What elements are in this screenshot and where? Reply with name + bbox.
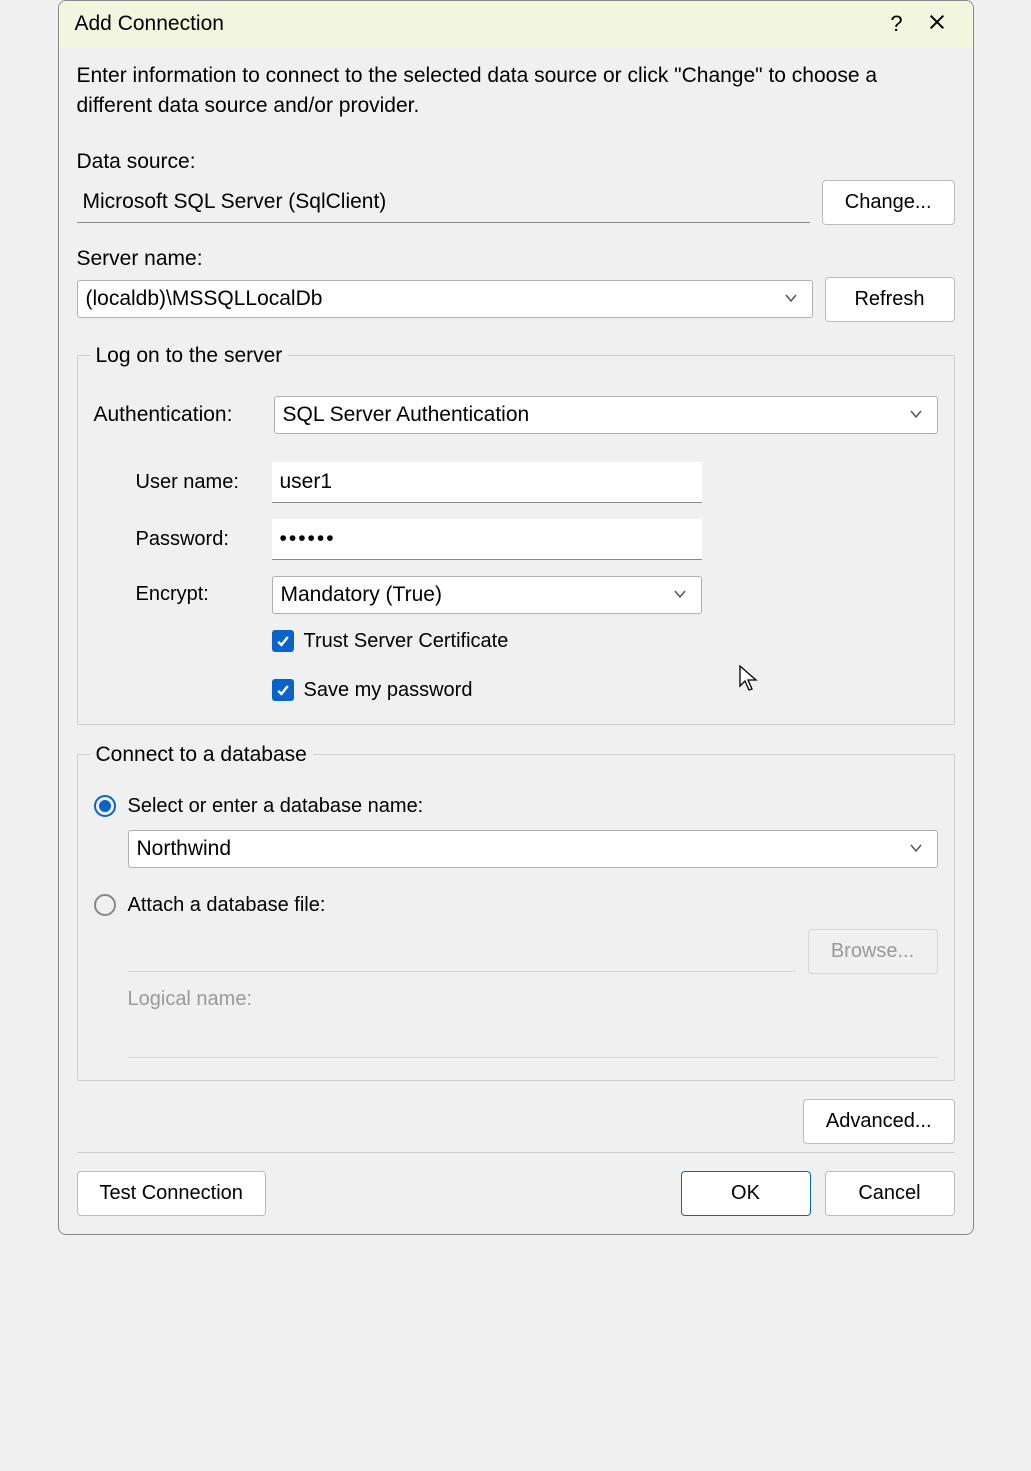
chevron-down-icon [903, 403, 929, 427]
logical-name-label: Logical name: [128, 988, 938, 1011]
server-name-combo[interactable]: (localdb)\MSSQLLocalDb [77, 280, 813, 318]
connect-db-legend: Connect to a database [90, 743, 313, 767]
help-icon[interactable]: ? [877, 11, 917, 37]
attach-db-radio-row[interactable]: Attach a database file: [94, 894, 938, 917]
advanced-button[interactable]: Advanced... [803, 1099, 955, 1144]
select-db-radio-row[interactable]: Select or enter a database name: [94, 795, 938, 818]
connect-db-group: Connect to a database Select or enter a … [77, 743, 955, 1081]
database-name-value: Northwind [137, 837, 903, 861]
user-name-field[interactable] [272, 462, 702, 503]
refresh-button[interactable]: Refresh [825, 277, 955, 322]
logon-group: Log on to the server Authentication: SQL… [77, 344, 955, 725]
authentication-label: Authentication: [94, 403, 254, 427]
attach-db-file-field [128, 931, 796, 972]
logon-legend: Log on to the server [90, 344, 289, 368]
chevron-down-icon [667, 583, 693, 607]
password-label: Password: [136, 528, 256, 551]
chevron-down-icon [778, 287, 804, 311]
add-connection-dialog: Add Connection ? Enter information to co… [58, 0, 974, 1235]
save-password-label: Save my password [304, 679, 473, 702]
dialog-content: Enter information to connect to the sele… [59, 47, 973, 1234]
server-name-label: Server name: [77, 247, 955, 271]
description-text: Enter information to connect to the sele… [77, 61, 955, 122]
trust-cert-checkbox[interactable] [272, 630, 294, 652]
change-button[interactable]: Change... [822, 180, 955, 225]
logical-name-field [128, 1017, 938, 1058]
server-name-value: (localdb)\MSSQLLocalDb [86, 287, 778, 311]
authentication-value: SQL Server Authentication [283, 403, 903, 427]
chevron-down-icon [903, 837, 929, 861]
dialog-actions: Test Connection OK Cancel [77, 1153, 955, 1216]
database-name-combo[interactable]: Northwind [128, 830, 938, 868]
encrypt-label: Encrypt: [136, 583, 256, 606]
encrypt-value: Mandatory (True) [281, 583, 667, 607]
titlebar: Add Connection ? [59, 1, 973, 47]
dialog-title: Add Connection [75, 12, 877, 36]
trust-cert-row[interactable]: Trust Server Certificate [272, 630, 702, 653]
ok-button[interactable]: OK [681, 1171, 811, 1216]
save-password-checkbox[interactable] [272, 679, 294, 701]
cancel-button[interactable]: Cancel [825, 1171, 955, 1216]
data-source-field: Microsoft SQL Server (SqlClient) [77, 182, 810, 223]
attach-db-label: Attach a database file: [128, 894, 326, 917]
password-field[interactable]: •••••• [272, 519, 702, 560]
save-password-row[interactable]: Save my password [272, 679, 702, 702]
encrypt-combo[interactable]: Mandatory (True) [272, 576, 702, 614]
test-connection-button[interactable]: Test Connection [77, 1171, 266, 1216]
trust-cert-label: Trust Server Certificate [304, 630, 509, 653]
select-db-radio[interactable] [94, 795, 116, 817]
authentication-combo[interactable]: SQL Server Authentication [274, 396, 938, 434]
select-db-label: Select or enter a database name: [128, 795, 424, 818]
data-source-label: Data source: [77, 150, 955, 174]
attach-db-radio[interactable] [94, 894, 116, 916]
browse-button: Browse... [808, 929, 938, 974]
user-name-label: User name: [136, 471, 256, 494]
close-icon[interactable] [917, 11, 957, 37]
